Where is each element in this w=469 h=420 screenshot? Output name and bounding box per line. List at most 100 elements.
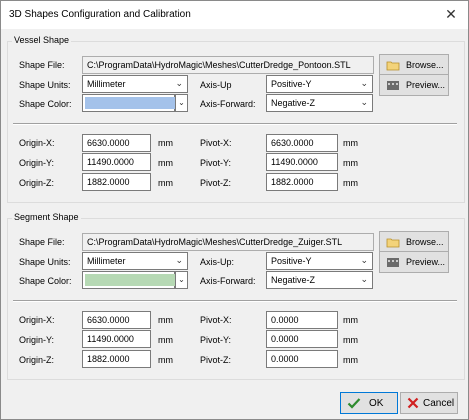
vessel-color-dropdown[interactable]: ⌄	[175, 94, 188, 112]
vessel-origin-x-unit: mm	[158, 138, 173, 148]
segment-origin-y-input[interactable]: 11490.0000	[82, 330, 151, 348]
chevron-down-icon: ⌄	[360, 274, 368, 284]
segment-pivot-x-input[interactable]: 0.0000	[266, 311, 338, 329]
segment-units-select[interactable]: Millimeter ⌄	[82, 252, 188, 270]
folder-icon	[386, 61, 400, 71]
segment-origin-x-label: Origin-X:	[19, 315, 55, 325]
vessel-browse-label: Browse...	[406, 60, 444, 70]
segment-axis-up-value: Positive-Y	[271, 256, 312, 266]
vessel-preview-button[interactable]: Preview...	[379, 74, 449, 96]
vessel-units-select[interactable]: Millimeter ⌄	[82, 75, 188, 93]
window-title: 3D Shapes Configuration and Calibration	[9, 9, 191, 20]
vessel-axis-forward-label: Axis-Forward:	[200, 99, 256, 109]
segment-axis-forward-value: Negative-Z	[271, 275, 316, 285]
segment-pivot-x-label: Pivot-X:	[200, 315, 232, 325]
vessel-origin-y-label: Origin-Y:	[19, 158, 55, 168]
vessel-origin-y-input[interactable]: 11490.0000	[82, 153, 151, 171]
segment-group-label: Segment Shape	[12, 212, 81, 222]
chevron-down-icon: ⌄	[178, 275, 185, 284]
segment-pivot-y-input[interactable]: 0.0000	[266, 330, 338, 348]
vessel-axis-up-select[interactable]: Positive-Y ⌄	[266, 75, 373, 93]
segment-color-picker[interactable]	[82, 271, 175, 289]
chevron-down-icon: ⌄	[360, 255, 368, 265]
segment-origin-z-unit: mm	[158, 355, 173, 365]
chevron-down-icon: ⌄	[360, 97, 368, 107]
segment-preview-button[interactable]: Preview...	[379, 251, 449, 273]
cancel-button[interactable]: Cancel	[400, 392, 458, 414]
segment-pivot-z-input[interactable]: 0.0000	[266, 350, 338, 368]
vessel-origin-y-unit: mm	[158, 158, 173, 168]
vessel-shape-file-label: Shape File:	[19, 60, 65, 70]
vessel-pivot-z-label: Pivot-Z:	[200, 178, 232, 188]
segment-units-label: Shape Units:	[19, 257, 71, 267]
vessel-units-label: Shape Units:	[19, 80, 71, 90]
segment-axis-up-label: Axis-Up:	[200, 257, 235, 267]
vessel-origin-z-unit: mm	[158, 178, 173, 188]
vessel-color-picker[interactable]	[82, 94, 175, 112]
segment-preview-label: Preview...	[406, 257, 446, 267]
vessel-axis-forward-value: Negative-Z	[271, 98, 316, 108]
preview-icon	[387, 81, 399, 90]
segment-origin-z-input[interactable]: 1882.0000	[82, 350, 151, 368]
vessel-separator	[13, 123, 457, 125]
vessel-pivot-y-label: Pivot-Y:	[200, 158, 232, 168]
vessel-axis-up-label: Axis-Up	[200, 80, 232, 90]
segment-origin-z-label: Origin-Z:	[19, 355, 55, 365]
chevron-down-icon: ⌄	[175, 78, 183, 88]
vessel-pivot-x-label: Pivot-X:	[200, 138, 232, 148]
segment-axis-forward-select[interactable]: Negative-Z ⌄	[266, 271, 373, 289]
cancel-label: Cancel	[423, 398, 455, 409]
vessel-group-label: Vessel Shape	[12, 35, 72, 45]
ok-label: OK	[369, 398, 384, 409]
chevron-down-icon: ⌄	[175, 255, 183, 265]
segment-color-label: Shape Color:	[19, 276, 72, 286]
dialog-window: 3D Shapes Configuration and Calibration …	[0, 0, 469, 420]
segment-origin-y-label: Origin-Y:	[19, 335, 55, 345]
vessel-units-value: Millimeter	[87, 79, 126, 89]
segment-browse-label: Browse...	[406, 237, 444, 247]
vessel-axis-up-value: Positive-Y	[271, 79, 312, 89]
segment-axis-up-select[interactable]: Positive-Y ⌄	[266, 252, 373, 270]
vessel-browse-button[interactable]: Browse...	[379, 54, 449, 76]
vessel-origin-z-input[interactable]: 1882.0000	[82, 173, 151, 191]
vessel-axis-forward-select[interactable]: Negative-Z ⌄	[266, 94, 373, 112]
vessel-origin-x-input[interactable]: 6630.0000	[82, 134, 151, 152]
chevron-down-icon: ⌄	[360, 78, 368, 88]
segment-browse-button[interactable]: Browse...	[379, 231, 449, 253]
vessel-origin-x-label: Origin-X:	[19, 138, 55, 148]
title-bar: 3D Shapes Configuration and Calibration …	[1, 1, 468, 29]
segment-pivot-y-unit: mm	[343, 335, 358, 345]
segment-origin-x-unit: mm	[158, 315, 173, 325]
segment-pivot-z-label: Pivot-Z:	[200, 355, 232, 365]
segment-pivot-y-label: Pivot-Y:	[200, 335, 232, 345]
segment-pivot-x-unit: mm	[343, 315, 358, 325]
preview-icon	[387, 258, 399, 267]
checkmark-icon	[347, 398, 361, 409]
vessel-pivot-x-input[interactable]: 6630.0000	[266, 134, 338, 152]
folder-icon	[386, 238, 400, 248]
vessel-origin-z-label: Origin-Z:	[19, 178, 55, 188]
vessel-pivot-x-unit: mm	[343, 138, 358, 148]
vessel-preview-label: Preview...	[406, 80, 446, 90]
vessel-pivot-z-input[interactable]: 1882.0000	[266, 173, 338, 191]
vessel-pivot-y-unit: mm	[343, 158, 358, 168]
vessel-shape-file-field[interactable]: C:\ProgramData\HydroMagic\Meshes\CutterD…	[82, 56, 374, 74]
vessel-color-label: Shape Color:	[19, 99, 72, 109]
segment-axis-forward-label: Axis-Forward:	[200, 276, 256, 286]
vessel-pivot-z-unit: mm	[343, 178, 358, 188]
segment-color-dropdown[interactable]: ⌄	[175, 271, 188, 289]
cross-icon	[407, 397, 419, 409]
chevron-down-icon: ⌄	[178, 98, 185, 107]
segment-shape-file-field[interactable]: C:\ProgramData\HydroMagic\Meshes\CutterD…	[82, 233, 374, 251]
segment-separator	[13, 300, 457, 302]
ok-button[interactable]: OK	[340, 392, 398, 414]
segment-origin-x-input[interactable]: 6630.0000	[82, 311, 151, 329]
segment-units-value: Millimeter	[87, 256, 126, 266]
close-icon[interactable]: ✕	[434, 1, 468, 29]
vessel-pivot-y-input[interactable]: 11490.0000	[266, 153, 338, 171]
segment-shape-file-label: Shape File:	[19, 237, 65, 247]
segment-color-swatch	[85, 274, 175, 286]
segment-origin-y-unit: mm	[158, 335, 173, 345]
vessel-color-swatch	[85, 97, 175, 109]
segment-pivot-z-unit: mm	[343, 355, 358, 365]
